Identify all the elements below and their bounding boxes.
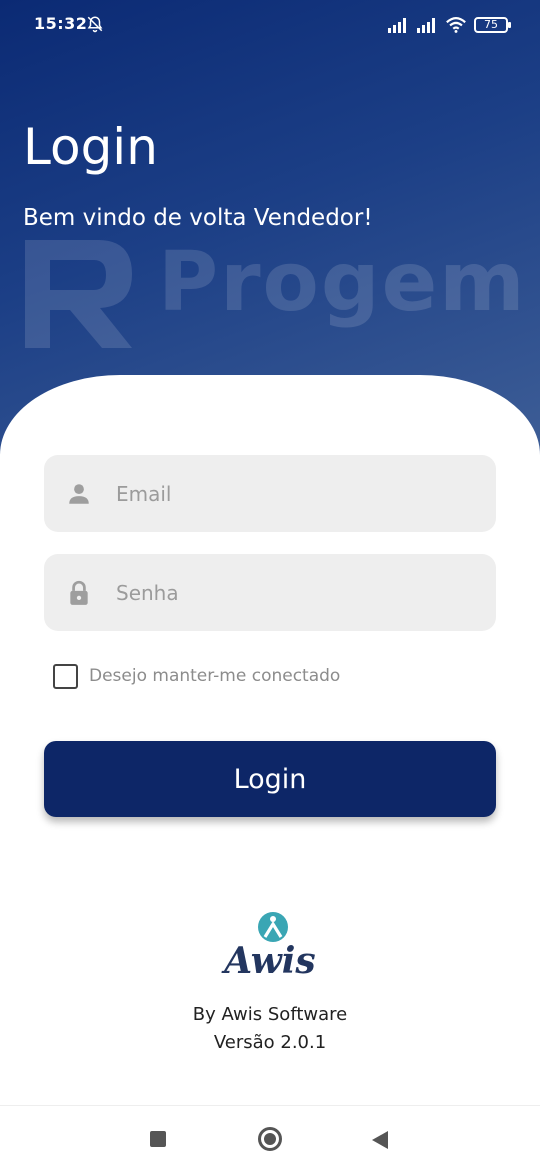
password-field[interactable] <box>44 554 496 631</box>
remember-label: Desejo manter-me conectado <box>89 666 341 686</box>
remember-me[interactable]: Desejo manter-me conectado <box>53 663 340 689</box>
status-time: 15:32 <box>34 14 88 33</box>
awis-wordmark: Awis <box>224 940 316 982</box>
app-version: Versão 2.0.1 <box>213 1032 327 1053</box>
watermark-text: Progem <box>158 235 527 330</box>
system-nav-bar <box>0 1105 540 1170</box>
email-field[interactable] <box>44 455 496 532</box>
battery-icon: 75 <box>474 17 511 33</box>
circle-icon[interactable] <box>258 1127 282 1151</box>
page-title: Login <box>23 118 158 176</box>
triangle-back-icon[interactable] <box>372 1131 388 1149</box>
bell-off-icon <box>87 16 103 33</box>
password-input[interactable] <box>116 554 476 631</box>
signal-icon <box>388 18 406 33</box>
by-line: By Awis Software <box>192 1004 348 1025</box>
email-input[interactable] <box>116 455 476 532</box>
status-icons: 75 <box>387 15 511 35</box>
welcome-subtitle: Bem vindo de volta Vendedor! <box>23 205 373 231</box>
person-icon <box>69 484 89 504</box>
remember-checkbox[interactable] <box>53 663 78 689</box>
wifi-icon <box>446 17 466 33</box>
square-icon[interactable] <box>150 1131 166 1147</box>
login-button[interactable]: Login <box>44 741 496 817</box>
lock-icon <box>70 580 88 605</box>
status-bar: 15:32 75 <box>0 0 540 50</box>
signal-icon <box>417 18 435 33</box>
